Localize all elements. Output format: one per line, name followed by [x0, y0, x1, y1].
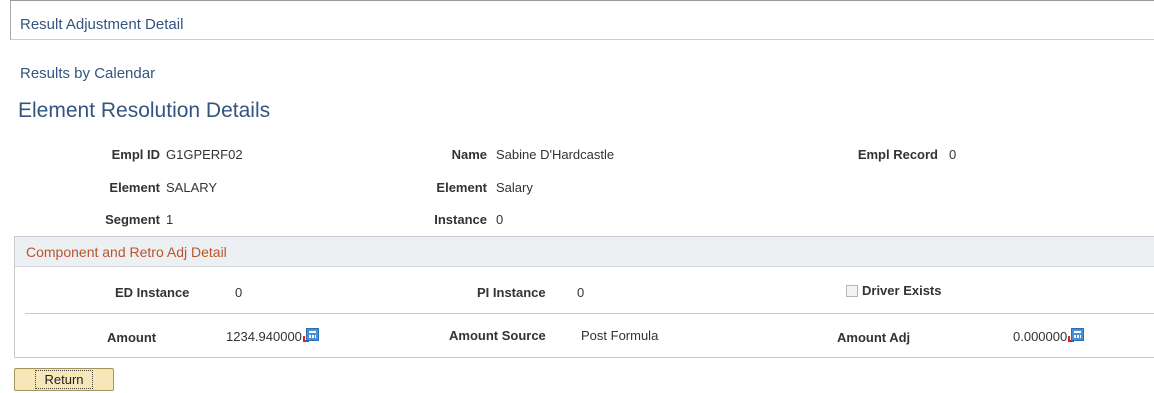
amount-value: 1234.940000	[226, 329, 302, 344]
amount-adj-label: Amount Adj	[837, 330, 911, 345]
name-label: Name	[451, 147, 487, 162]
ed-instance-value: 0	[235, 285, 243, 300]
amount-label: Amount	[107, 330, 157, 345]
segment-label: Segment	[105, 212, 160, 227]
empl-record-value: 0	[949, 147, 957, 162]
calculator-icon[interactable]	[1068, 328, 1085, 343]
return-button-label: Return	[35, 370, 93, 389]
instance-value: 0	[496, 212, 504, 227]
header-title: Result Adjustment Detail	[20, 16, 184, 33]
pi-instance-value: 0	[577, 285, 585, 300]
element-code-label: Element	[109, 180, 160, 195]
component-detail-header: Component and Retro Adj Detail	[15, 237, 1154, 267]
segment-value: 1	[166, 212, 174, 227]
amount-source-value: Post Formula	[581, 328, 659, 343]
detail-divider	[25, 313, 1154, 314]
amount-field: 1234.940000	[226, 328, 319, 344]
empl-id-value: G1GPERF02	[166, 147, 243, 162]
element-name-value: Salary	[496, 180, 533, 195]
driver-exists-checkbox[interactable]	[846, 285, 858, 297]
empl-id-label: Empl ID	[111, 147, 160, 162]
name-value: Sabine D'Hardcastle	[496, 147, 615, 162]
driver-exists-field[interactable]: Driver Exists	[846, 283, 942, 298]
component-detail-title: Component and Retro Adj Detail	[26, 244, 227, 260]
subheader-title: Results by Calendar	[20, 65, 156, 82]
calculator-icon[interactable]	[302, 328, 319, 343]
amount-source-label: Amount Source	[449, 328, 546, 343]
ed-instance-label: ED Instance	[115, 285, 190, 300]
amount-adj-field: 0.000000	[1013, 328, 1085, 344]
driver-exists-label: Driver Exists	[862, 283, 942, 298]
element-name-label: Element	[436, 180, 487, 195]
component-detail-panel: Component and Retro Adj Detail ED Instan…	[14, 236, 1154, 358]
element-code-value: SALARY	[166, 180, 218, 195]
pi-instance-label: PI Instance	[477, 285, 546, 300]
amount-adj-value: 0.000000	[1013, 329, 1068, 344]
page-title: Element Resolution Details	[18, 99, 271, 122]
instance-label: Instance	[434, 212, 487, 227]
empl-record-label: Empl Record	[857, 147, 938, 162]
return-button[interactable]: Return	[14, 368, 114, 391]
